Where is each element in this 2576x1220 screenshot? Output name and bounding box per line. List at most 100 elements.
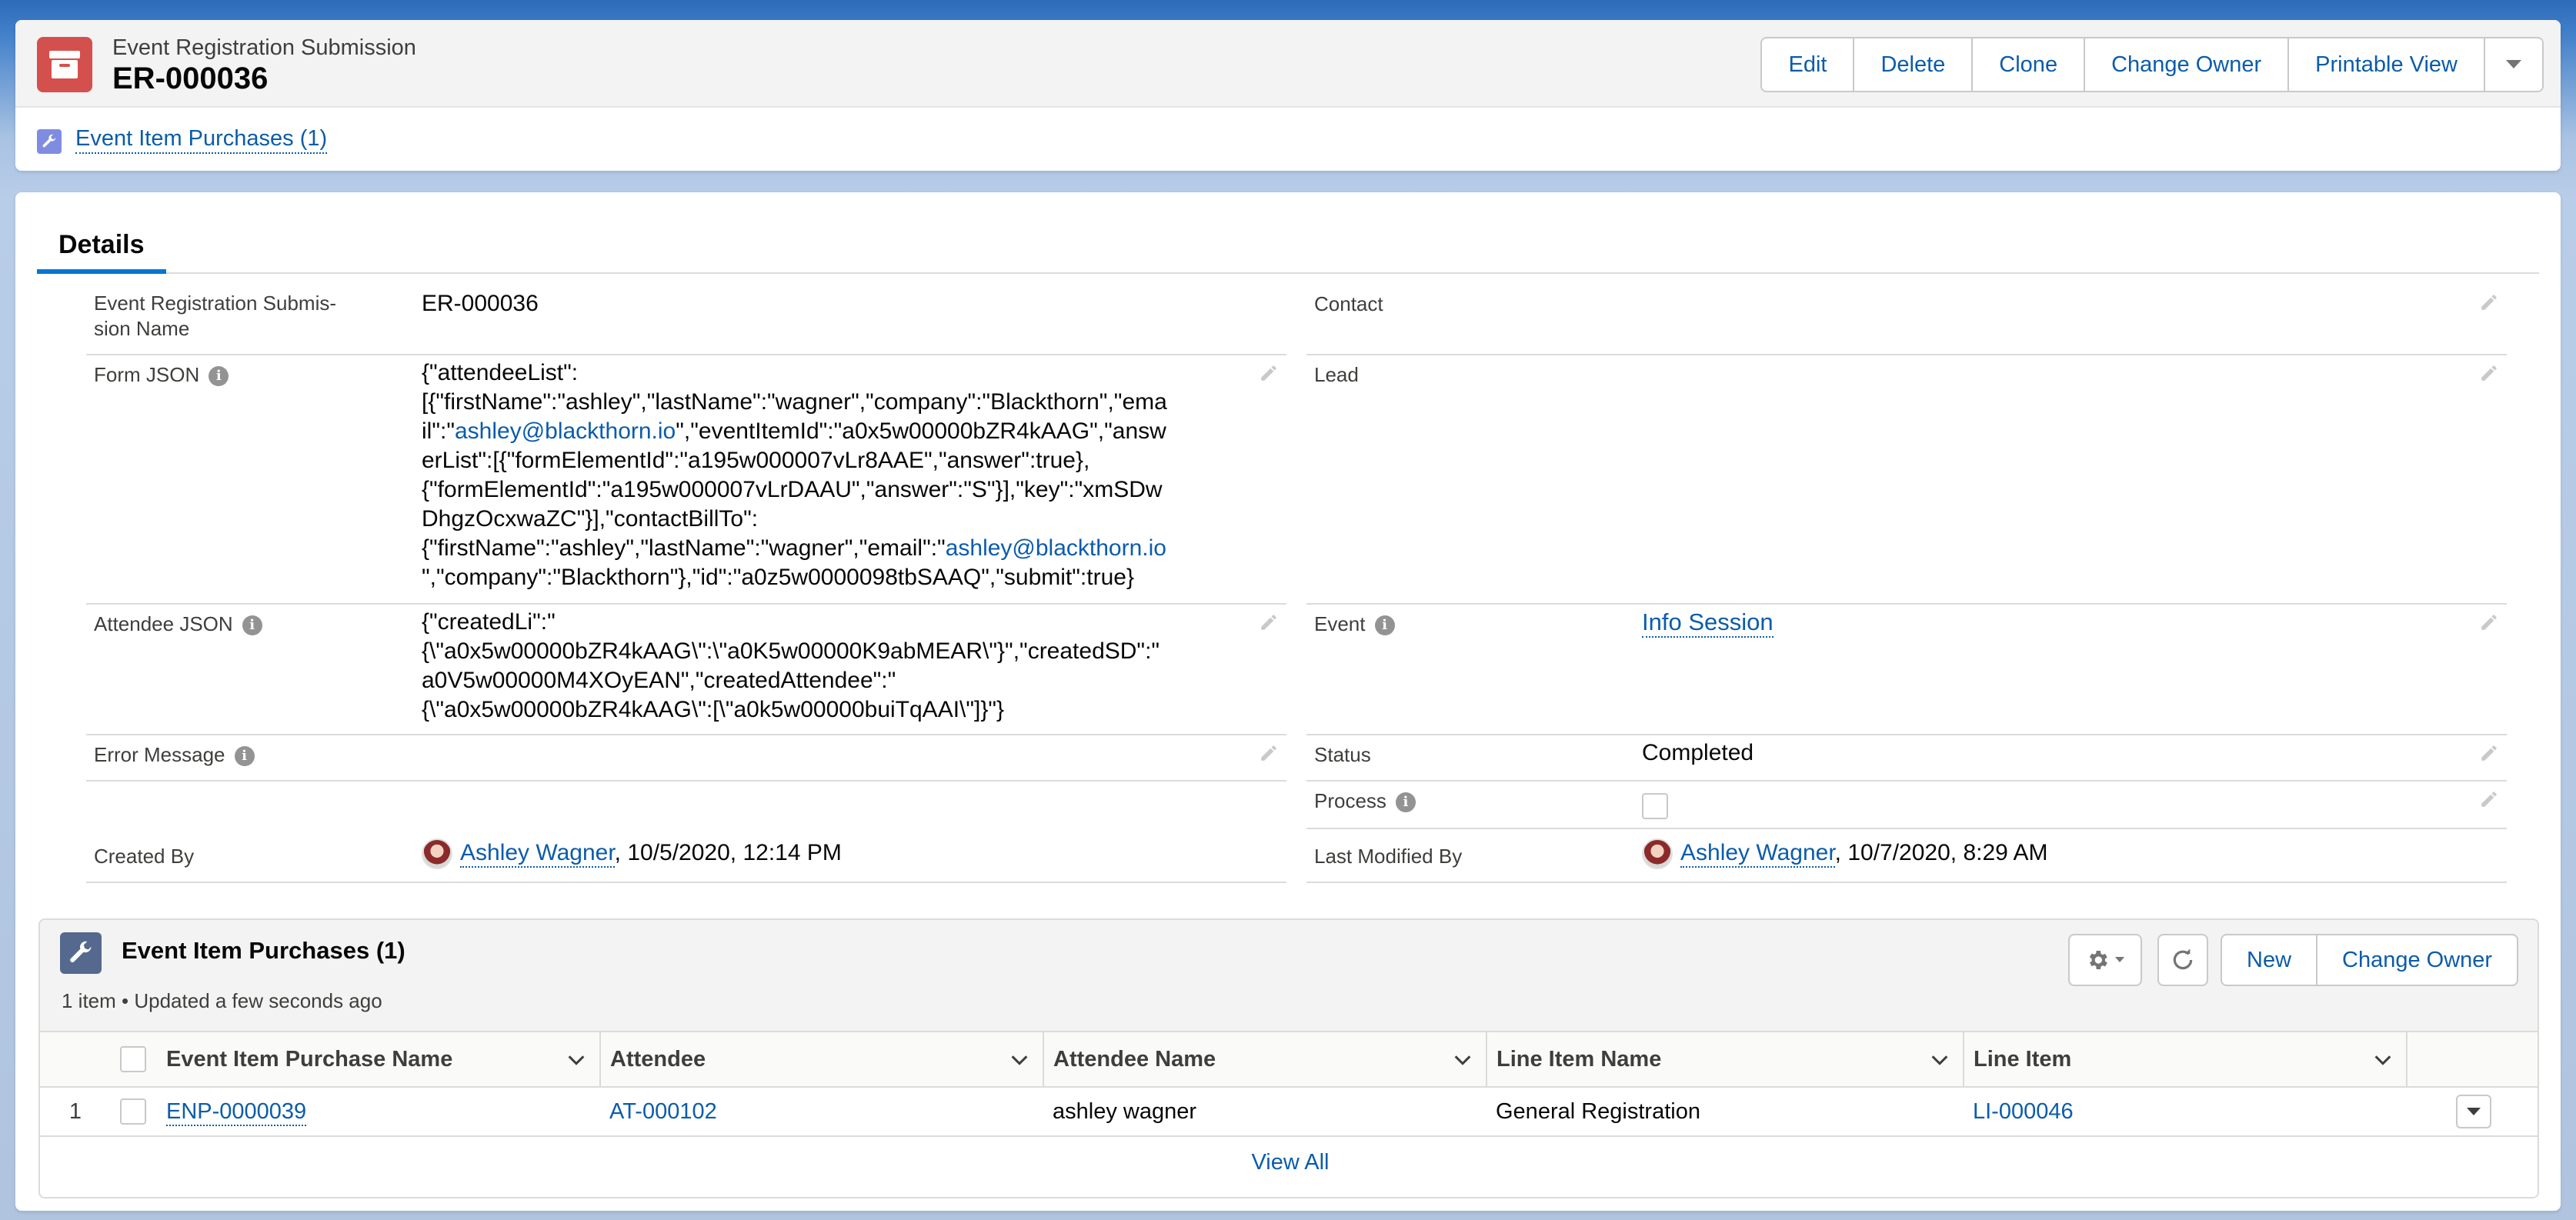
- field-label: Created By: [94, 845, 195, 868]
- user-avatar: [422, 838, 452, 870]
- pencil-icon[interactable]: [2479, 292, 2499, 312]
- chevron-down-icon[interactable]: [1929, 1049, 1950, 1071]
- info-icon[interactable]: i: [242, 615, 262, 636]
- field-label: Contact: [1314, 292, 1383, 315]
- record-title: ER-000036: [112, 62, 269, 95]
- printable-view-button[interactable]: Printable View: [2289, 38, 2485, 91]
- details-card: Details Event Registration Submis- sion …: [15, 192, 2561, 1211]
- email-link[interactable]: ashley@blackthorn.io: [455, 418, 676, 444]
- column-header-line-item[interactable]: Line Item: [1964, 1031, 2407, 1088]
- field-last-modified-by: Last Modified By Ashley Wagner, 10/7/202…: [1306, 829, 2507, 883]
- attendee-json-value: {"createdLi":" {\"a0x5w00000bZR4kAAG\":\…: [422, 609, 1160, 722]
- cell-attendee-name: ashley wagner: [1043, 1087, 1487, 1137]
- process-checkbox[interactable]: [1642, 793, 1668, 820]
- related-list-subtitle: 1 item • Updated a few seconds ago: [62, 989, 382, 1012]
- event-link[interactable]: Info Session: [1642, 608, 1774, 638]
- row-number-header: [40, 1031, 111, 1088]
- refresh-button[interactable]: [2157, 934, 2208, 986]
- json-text: ","company":"Blackthorn"},"id":"a0z5w000…: [422, 565, 1134, 590]
- chevron-down-icon: [2506, 60, 2521, 68]
- field-value: ER-000036: [422, 291, 539, 316]
- chevron-down-icon[interactable]: [2372, 1049, 2394, 1071]
- more-actions-button[interactable]: [2485, 38, 2542, 91]
- field-status: Status Completed: [1306, 735, 2507, 782]
- pencil-icon[interactable]: [2479, 789, 2499, 809]
- field-created-by: Created By Ashley Wagner, 10/5/2020, 12:…: [86, 829, 1286, 883]
- gear-icon: [2089, 951, 2107, 969]
- edit-button[interactable]: Edit: [1762, 38, 1855, 91]
- column-label: Attendee Name: [1053, 1046, 1216, 1072]
- field-label: Event i: [1314, 611, 1395, 637]
- list-settings-button[interactable]: [2068, 934, 2142, 986]
- tab-details[interactable]: Details: [37, 223, 166, 274]
- change-owner-button[interactable]: Change Owner: [2317, 935, 2517, 985]
- pencil-icon[interactable]: [2479, 743, 2499, 763]
- info-icon[interactable]: i: [1374, 615, 1395, 636]
- change-owner-button[interactable]: Change Owner: [2085, 38, 2290, 91]
- pencil-icon[interactable]: [1259, 743, 1279, 763]
- archive-icon: [37, 37, 92, 92]
- related-link-event-item-purchases[interactable]: Event Item Purchases (1): [75, 126, 328, 154]
- related-list-table: Event Item Purchase Name Attendee Attend…: [40, 1031, 2538, 1137]
- column-label: Line Item: [1974, 1046, 2072, 1072]
- field-contact: Contact: [1306, 285, 2507, 355]
- record-header: Event Registration Submission ER-000036 …: [15, 20, 2561, 171]
- field-label: Attendee JSON i: [94, 611, 262, 637]
- info-icon[interactable]: i: [234, 746, 255, 767]
- cell-line-item: LI-000046: [1964, 1087, 2407, 1137]
- column-header-attendee[interactable]: Attendee: [600, 1031, 1044, 1088]
- attendee-link[interactable]: AT-000102: [609, 1099, 717, 1124]
- field-label-text: Process: [1314, 789, 1386, 812]
- pencil-icon[interactable]: [2479, 612, 2499, 632]
- field-label: Process i: [1314, 788, 1416, 814]
- modified-by-user-link[interactable]: Ashley Wagner: [1680, 840, 1835, 868]
- column-header-attendee-name[interactable]: Attendee Name: [1043, 1031, 1487, 1088]
- pencil-icon[interactable]: [2479, 363, 2499, 383]
- related-list-action-buttons: New Change Owner: [2221, 934, 2519, 986]
- field-submission-name: Event Registration Submis- sion Name ER-…: [86, 285, 1286, 355]
- created-by-user-link[interactable]: Ashley Wagner: [460, 840, 615, 868]
- field-lead: Lead: [1306, 355, 2507, 605]
- column-label: Line Item Name: [1497, 1046, 1662, 1072]
- pencil-icon[interactable]: [1259, 363, 1279, 383]
- pencil-icon[interactable]: [1259, 612, 1279, 632]
- field-value: [1642, 791, 1668, 820]
- field-value: Ashley Wagner, 10/7/2020, 8:29 AM: [1642, 838, 2048, 870]
- table-row: 1 ENP-0000039 AT-000102 ashley wagner Ge…: [40, 1087, 2538, 1137]
- new-button[interactable]: New: [2222, 935, 2318, 985]
- field-error-message: Error Message i: [86, 735, 1286, 782]
- select-all-checkbox[interactable]: [120, 1046, 146, 1073]
- cell-attendee: AT-000102: [600, 1087, 1043, 1137]
- field-process: Process i: [1306, 782, 2507, 829]
- created-date: , 10/5/2020, 12:14 PM: [614, 840, 842, 865]
- line-item-link[interactable]: LI-000046: [1973, 1099, 2074, 1124]
- field-form-json: Form JSON i {"attendeeList": [{"firstName…: [86, 355, 1286, 605]
- column-header-event-item-purchase-name[interactable]: Event Item Purchase Name: [157, 1031, 601, 1088]
- delete-button[interactable]: Delete: [1854, 38, 1974, 91]
- chevron-down-icon[interactable]: [566, 1049, 587, 1071]
- tab-bar: Details: [37, 223, 2539, 274]
- field-attendee-json: Attendee JSON i {"createdLi":" {\"a0x5w00…: [86, 605, 1286, 735]
- field-label: Last Modified By: [1314, 845, 1463, 868]
- field-event: Event i Info Session: [1306, 605, 2507, 735]
- related-list-title: Event Item Purchases (1): [122, 937, 405, 964]
- row-actions-button[interactable]: [2456, 1095, 2491, 1128]
- field-label: Error Message i: [94, 742, 255, 768]
- info-icon[interactable]: i: [1395, 792, 1416, 813]
- row-checkbox[interactable]: [120, 1098, 146, 1125]
- chevron-down-icon[interactable]: [1009, 1049, 1030, 1071]
- purchase-link[interactable]: ENP-0000039: [166, 1098, 307, 1126]
- info-icon[interactable]: i: [209, 366, 229, 387]
- chevron-down-icon: [2115, 957, 2124, 962]
- field-label-text: Error Message: [94, 743, 225, 766]
- column-header-line-item-name[interactable]: Line Item Name: [1487, 1031, 1964, 1088]
- chevron-down-icon[interactable]: [1452, 1049, 1473, 1071]
- form-json-value: {"attendeeList": [{"firstName":"ashley",…: [422, 358, 1167, 592]
- email-link[interactable]: ashley@blackthorn.io: [946, 535, 1166, 561]
- view-all-link[interactable]: View All: [1251, 1150, 1329, 1175]
- table-header-row: Event Item Purchase Name Attendee Attend…: [40, 1031, 2538, 1088]
- field-value: Info Session: [1642, 608, 1774, 638]
- clone-button[interactable]: Clone: [1973, 38, 2086, 91]
- record-header-top: Event Registration Submission ER-000036 …: [15, 20, 2561, 108]
- field-label: Event Registration Submis- sion Name: [94, 292, 337, 340]
